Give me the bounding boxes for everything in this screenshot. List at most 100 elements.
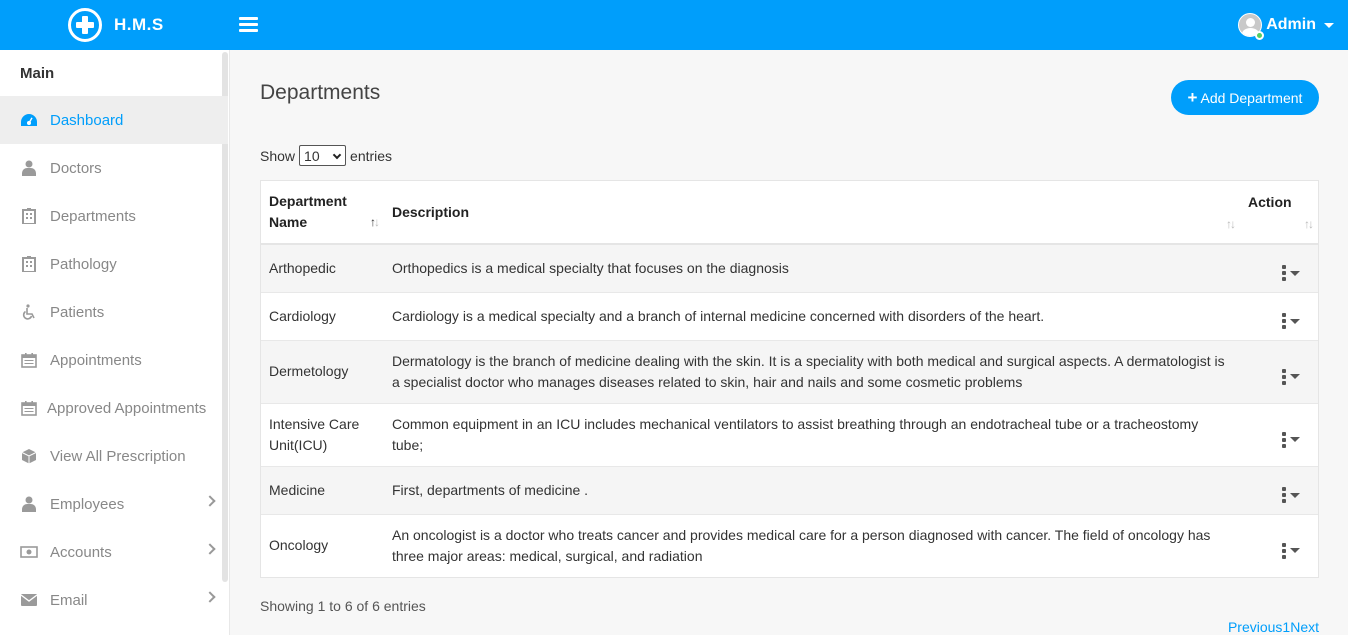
row-action-menu[interactable] bbox=[1282, 312, 1300, 330]
department-name-cell: Cardiology bbox=[261, 291, 384, 340]
menu-toggle-button[interactable] bbox=[239, 17, 258, 33]
row-action-menu[interactable] bbox=[1282, 264, 1300, 282]
row-action-menu[interactable] bbox=[1282, 368, 1300, 386]
pagination-previous[interactable]: Previous bbox=[1228, 619, 1282, 635]
table-header-row: Department Name ↑↓ Description ↑↓ Action… bbox=[261, 181, 1318, 245]
column-header-description[interactable]: Description ↑↓ bbox=[384, 181, 1240, 245]
column-header-department-name[interactable]: Department Name ↑↓ bbox=[261, 181, 384, 245]
department-name-cell: Dermetology bbox=[261, 339, 384, 403]
medical-cross-icon bbox=[68, 8, 102, 42]
user-menu-dropdown[interactable]: Admin bbox=[1238, 13, 1334, 40]
caret-down-icon bbox=[1290, 270, 1300, 276]
sidebar-item-label: Employees bbox=[50, 495, 125, 513]
sidebar-item-pathology[interactable]: Pathology bbox=[0, 240, 228, 288]
sidebar-item-label: Patients bbox=[50, 303, 105, 321]
departments-table: Department Name ↑↓ Description ↑↓ Action… bbox=[260, 180, 1319, 578]
pagination: Previous 1 Next bbox=[1228, 619, 1319, 635]
description-cell: An oncologist is a doctor who treats can… bbox=[384, 513, 1240, 577]
row-action-menu[interactable] bbox=[1282, 542, 1300, 560]
sort-icon: ↑↓ bbox=[1304, 217, 1314, 231]
action-cell bbox=[1240, 465, 1318, 514]
caret-down-icon bbox=[1290, 437, 1300, 442]
sidebar-item-employees[interactable]: Employees bbox=[0, 480, 228, 528]
chevron-right-icon bbox=[204, 495, 216, 507]
hamburger-line bbox=[239, 23, 258, 26]
top-navbar: H.M.S Admin bbox=[0, 0, 1348, 50]
ellipsis-vertical-icon bbox=[1282, 486, 1286, 504]
avatar-head bbox=[1246, 18, 1256, 27]
sidebar-item-label: Email bbox=[50, 591, 88, 609]
pagination-next[interactable]: Next bbox=[1290, 619, 1319, 635]
row-action-menu[interactable] bbox=[1282, 486, 1300, 504]
department-name-cell: Arthopedic bbox=[261, 243, 384, 292]
show-label: Show bbox=[260, 147, 296, 164]
sidebar-item-patients[interactable]: Patients bbox=[0, 288, 228, 336]
ellipsis-vertical-icon bbox=[1282, 431, 1286, 449]
table-row: Arthopedic Orthopedics is a medical spec… bbox=[261, 243, 1318, 292]
sidebar-item-doctors[interactable]: Doctors bbox=[0, 144, 228, 192]
envelope-icon bbox=[20, 591, 38, 609]
column-header-label: Action bbox=[1248, 194, 1292, 210]
hamburger-icon bbox=[239, 17, 258, 20]
sidebar-item-label: Accounts bbox=[50, 543, 112, 561]
description-cell: Common equipment in an ICU includes mech… bbox=[384, 402, 1240, 466]
chevron-right-icon bbox=[204, 591, 216, 603]
pagination-page-1[interactable]: 1 bbox=[1282, 619, 1290, 635]
caret-down-icon bbox=[1290, 548, 1300, 554]
sidebar-item-departments[interactable]: Departments bbox=[0, 192, 228, 240]
column-header-label: Description bbox=[392, 204, 470, 220]
description-cell: Cardiology is a medical specialty and a … bbox=[384, 291, 1240, 340]
plus-icon: + bbox=[1187, 88, 1198, 107]
sidebar: Main Dashboard Doctors Departments Patho… bbox=[0, 50, 230, 635]
ellipsis-vertical-icon bbox=[1282, 542, 1286, 560]
action-cell bbox=[1240, 402, 1318, 466]
sidebar-item-label: Departments bbox=[50, 207, 136, 225]
brand-logo-link[interactable]: H.M.S bbox=[68, 8, 164, 42]
caret-down-icon bbox=[1324, 22, 1334, 28]
action-cell bbox=[1240, 339, 1318, 403]
sidebar-item-label: Approved Appointments bbox=[47, 399, 207, 417]
chevron-right-icon bbox=[204, 543, 216, 555]
description-cell: First, departments of medicine . bbox=[384, 465, 1240, 514]
online-status-icon bbox=[1255, 31, 1265, 40]
page-size-select[interactable]: 10 bbox=[299, 145, 347, 166]
calendar-icon bbox=[20, 351, 38, 369]
action-cell bbox=[1240, 243, 1318, 292]
page-size-value: 10 bbox=[304, 147, 320, 164]
chevron-down-icon bbox=[332, 150, 342, 160]
action-cell bbox=[1240, 291, 1318, 340]
action-cell bbox=[1240, 513, 1318, 577]
hospital-icon bbox=[20, 207, 38, 225]
brand-name: H.M.S bbox=[114, 15, 164, 34]
sidebar-item-approved-appointments[interactable]: Approved Appointments bbox=[0, 384, 228, 432]
cube-icon bbox=[20, 447, 38, 465]
sidebar-item-accounts[interactable]: Accounts bbox=[0, 528, 228, 576]
sidebar-item-dashboard[interactable]: Dashboard bbox=[0, 96, 228, 144]
user-icon bbox=[20, 495, 38, 513]
table-info: Showing 1 to 6 of 6 entries bbox=[260, 598, 426, 614]
entries-label: entries bbox=[350, 147, 393, 164]
sidebar-menu-title: Main bbox=[20, 65, 55, 82]
table-row: Dermetology Dermatology is the branch of… bbox=[261, 339, 1318, 403]
sidebar-item-label: Dashboard bbox=[50, 111, 124, 129]
sidebar-item-view-all-prescription[interactable]: View All Prescription bbox=[0, 432, 228, 480]
department-name-cell: Intensive Care Unit(ICU) bbox=[261, 402, 384, 466]
description-cell: Dermatology is the branch of medicine de… bbox=[384, 339, 1240, 403]
sidebar-item-label: Appointments bbox=[50, 351, 142, 369]
row-action-menu[interactable] bbox=[1282, 431, 1300, 449]
sidebar-item-appointments[interactable]: Appointments bbox=[0, 336, 228, 384]
sidebar-item-email[interactable]: Email bbox=[0, 576, 228, 624]
caret-down-icon bbox=[1290, 492, 1300, 498]
add-department-button[interactable]: + Add Department bbox=[1171, 80, 1319, 115]
sidebar-item-label: Doctors bbox=[50, 159, 102, 177]
table-row: Medicine First, departments of medicine … bbox=[261, 465, 1318, 514]
page-title: Departments bbox=[260, 81, 381, 104]
caret-down-icon bbox=[1290, 318, 1300, 324]
sidebar-item-label: Pathology bbox=[50, 255, 117, 273]
description-cell: Orthopedics is a medical specialty that … bbox=[384, 243, 1240, 292]
user-name: Admin bbox=[1266, 16, 1316, 33]
ellipsis-vertical-icon bbox=[1282, 368, 1286, 386]
user-md-icon bbox=[20, 159, 38, 177]
wheelchair-icon bbox=[20, 303, 38, 321]
column-header-action[interactable]: Action ↑↓ bbox=[1240, 181, 1318, 245]
